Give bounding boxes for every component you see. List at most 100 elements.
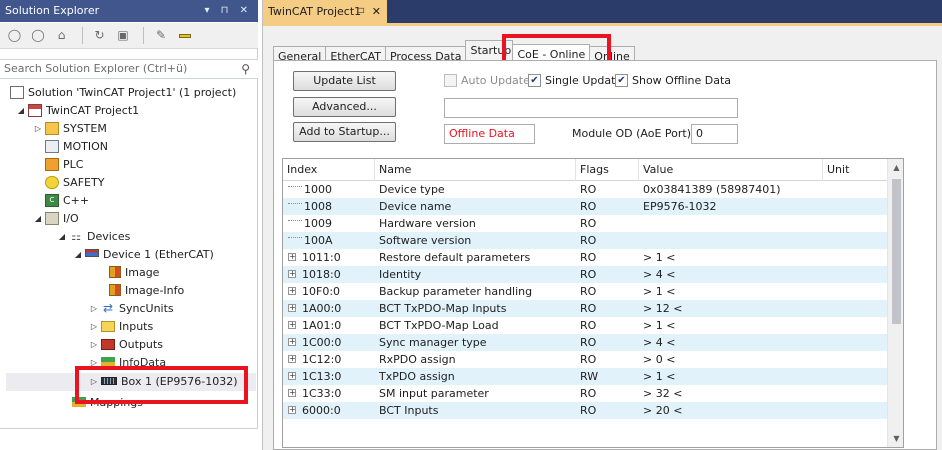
safety-icon	[45, 175, 59, 189]
expand-plus-icon[interactable]: +	[288, 253, 296, 261]
properties-icon[interactable]: ✎	[153, 27, 170, 44]
expand-plus-icon[interactable]: +	[288, 389, 296, 397]
expand-plus-icon[interactable]: +	[288, 355, 296, 363]
expanded-arrow-icon[interactable]: ◢	[73, 246, 83, 264]
table-row[interactable]: +1C13:0 TxPDO assign RW > 1 <	[283, 368, 887, 385]
update-list-button[interactable]: Update List	[293, 71, 396, 91]
table-row[interactable]: +1A01:0 BCT TxPDO-Map Load RO > 1 <	[283, 317, 887, 334]
close-icon[interactable]: ✕	[372, 0, 381, 23]
expand-plus-icon[interactable]: +	[288, 270, 296, 278]
expand-plus-icon[interactable]: +	[288, 287, 296, 295]
tab-startup[interactable]: Startup	[465, 40, 514, 60]
tree-item-motion[interactable]: MOTION	[43, 138, 108, 156]
tree-item-plc[interactable]: PLC	[43, 156, 83, 174]
tree-item-image[interactable]: Image	[107, 264, 159, 282]
table-row[interactable]: 1000 Device type RO 0x03841389 (58987401)	[283, 181, 887, 198]
collapsed-arrow-icon[interactable]: ▷	[89, 318, 99, 336]
solution-explorer-title: Solution Explorer	[5, 4, 100, 17]
panel-controls[interactable]: ▾ ⊓ ✕	[204, 0, 252, 22]
collapsed-arrow-icon[interactable]: ▷	[89, 373, 99, 391]
home-icon[interactable]: ⌂	[53, 27, 70, 44]
grid-header: Index Name Flags Value Unit	[283, 159, 887, 181]
scrollbar-thumb[interactable]	[892, 179, 901, 324]
tree-item-box1[interactable]: ▷ Box 1 (EP9576-1032)	[6, 373, 256, 391]
expand-plus-icon[interactable]: +	[288, 372, 296, 380]
table-row[interactable]: 1009 Hardware version RO	[283, 215, 887, 232]
vertical-scrollbar[interactable]: ▲ ▼	[887, 159, 903, 447]
table-row[interactable]: +1011:0 Restore default parameters RO > 1 <	[283, 249, 887, 266]
expand-plus-icon[interactable]: +	[288, 338, 296, 346]
tree-item-devices[interactable]: ◢ ⚏ Devices	[57, 228, 130, 246]
tree-item-device1[interactable]: ◢ Device 1 (EtherCAT)	[73, 246, 214, 264]
search-icon[interactable]: ⚲	[241, 60, 250, 78]
collapsed-arrow-icon[interactable]: ▷	[89, 300, 99, 318]
column-header-value[interactable]: Value	[639, 159, 823, 181]
table-row[interactable]: +1C12:0 RxPDO assign RO > 0 <	[283, 351, 887, 368]
tree-item-infodata[interactable]: ▷ InfoData	[89, 354, 166, 372]
table-row[interactable]: +1A00:0 BCT TxPDO-Map Inputs RO > 12 <	[283, 300, 887, 317]
tree-item-system[interactable]: ▷ SYSTEM	[33, 120, 107, 138]
auto-update-checkbox[interactable]: Auto Update	[444, 73, 530, 88]
sync-icon[interactable]: ↻	[91, 27, 108, 44]
tree-line	[288, 219, 302, 221]
tree-item-syncunits[interactable]: ▷ ⇄ SyncUnits	[89, 300, 174, 318]
ethercat-device-icon	[85, 249, 99, 257]
cell-name: TxPDO assign	[379, 370, 455, 383]
add-to-startup-button[interactable]: Add to Startup...	[293, 122, 396, 142]
expanded-arrow-icon[interactable]: ◢	[16, 102, 26, 120]
collapsed-arrow-icon[interactable]: ▷	[33, 120, 43, 138]
collapse-all-icon[interactable]: ▣	[115, 27, 132, 44]
table-row[interactable]: 1008 Device name RO EP9576-1032	[283, 198, 887, 215]
collapsed-arrow-icon[interactable]: ▷	[89, 336, 99, 354]
expand-plus-icon[interactable]: +	[288, 304, 296, 312]
table-row[interactable]: +1C33:0 SM input parameter RO > 32 <	[283, 385, 887, 402]
table-row[interactable]: +1018:0 Identity RO > 4 <	[283, 266, 887, 283]
tree-item-safety[interactable]: SAFETY	[43, 174, 104, 192]
cell-index: 1000	[288, 181, 332, 198]
table-row[interactable]: 100A Software version RO	[283, 232, 887, 249]
table-row[interactable]: +10F0:0 Backup parameter handling RO > 1 <	[283, 283, 887, 300]
table-row[interactable]: +6000:0 BCT Inputs RO > 20 <	[283, 402, 887, 419]
column-header-unit[interactable]: Unit	[823, 159, 887, 181]
cell-value: > 0 <	[643, 353, 676, 366]
toolbar-separator	[143, 27, 144, 44]
image-icon	[109, 266, 121, 278]
box-icon	[101, 377, 117, 385]
column-header-flags[interactable]: Flags	[576, 159, 639, 181]
tree-item-io[interactable]: ◢ I/O	[33, 210, 79, 228]
expanded-arrow-icon[interactable]: ◢	[33, 210, 43, 228]
tree-item-project[interactable]: ◢ TwinCAT Project1	[16, 102, 139, 120]
back-icon[interactable]: ◯	[6, 27, 23, 44]
document-tab[interactable]: TwinCAT Project1 ⊐ ✕	[263, 0, 387, 23]
tree-item-inputs[interactable]: ▷ Inputs	[89, 318, 153, 336]
column-header-index[interactable]: Index	[283, 159, 375, 181]
solution-explorer-search[interactable]: Search Solution Explorer (Ctrl+ü) ⚲	[0, 59, 258, 79]
tree-item-solution[interactable]: Solution 'TwinCAT Project1' (1 project)	[8, 84, 236, 102]
search-input[interactable]: Search Solution Explorer (Ctrl+ü)	[4, 62, 187, 75]
table-row[interactable]: +1C00:0 Sync manager type RO > 4 <	[283, 334, 887, 351]
expand-plus-icon[interactable]: +	[288, 406, 296, 414]
column-header-name[interactable]: Name	[375, 159, 576, 181]
preview-icon[interactable]	[176, 27, 193, 44]
scroll-down-arrow-icon[interactable]: ▼	[888, 430, 903, 447]
cell-index: 100A	[288, 232, 333, 249]
cell-value: 0x03841389 (58987401)	[643, 183, 781, 196]
forward-icon[interactable]: ◯	[30, 27, 47, 44]
cell-name: Identity	[379, 268, 422, 281]
expand-plus-icon[interactable]: +	[288, 321, 296, 329]
scroll-up-arrow-icon[interactable]: ▲	[888, 159, 903, 176]
property-tabs: General EtherCAT Process Data Startup CoE - …	[273, 40, 635, 66]
tree-item-cpp[interactable]: C C++	[43, 192, 89, 210]
expanded-arrow-icon[interactable]: ◢	[57, 228, 67, 246]
pin-icon[interactable]: ⊐	[357, 0, 365, 23]
single-update-checkbox[interactable]: ✔ Single Update	[528, 73, 622, 88]
tree-item-outputs[interactable]: ▷ Outputs	[89, 336, 163, 354]
show-offline-data-checkbox[interactable]: ✔ Show Offline Data	[615, 73, 731, 88]
module-od-input[interactable]: 0	[691, 124, 738, 144]
tree-item-mappings[interactable]: Mappings	[70, 394, 143, 412]
cell-name: Device type	[379, 183, 445, 196]
tree-item-image-info[interactable]: Image-Info	[107, 282, 184, 300]
advanced-button[interactable]: Advanced...	[293, 97, 396, 117]
collapsed-arrow-icon[interactable]: ▷	[89, 354, 99, 372]
cell-value: > 1 <	[643, 251, 676, 264]
